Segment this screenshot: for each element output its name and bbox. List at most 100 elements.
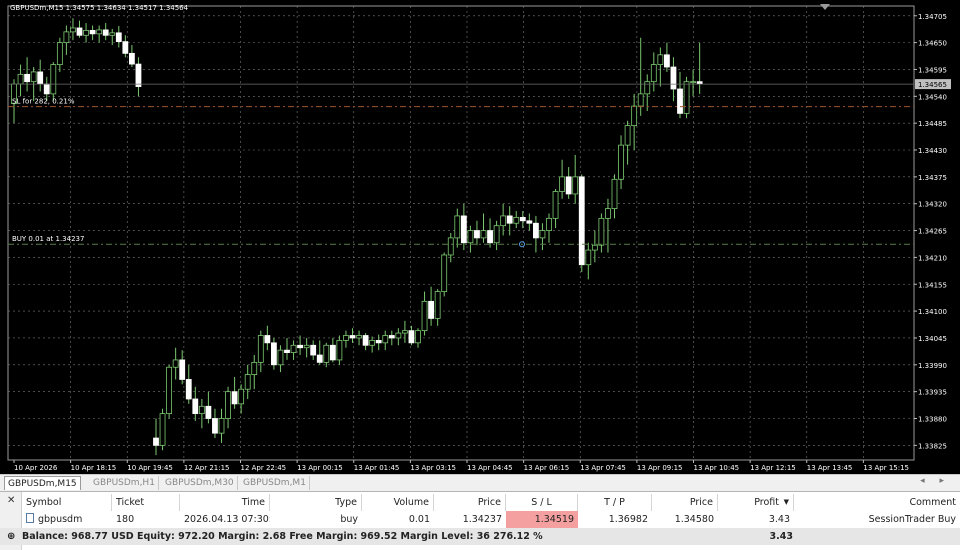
balance-summary-row: ⊕ Balance: 968.77 USD Equity: 972.20 Mar… [0,528,960,545]
candle-bear [297,344,304,349]
candle-bull [166,366,173,415]
candle-bear [115,32,122,43]
y-tick-label: 1.34155 [918,281,947,289]
y-tick-label: 1.34320 [918,201,947,209]
candle-bull [421,300,428,332]
tab-gbpusdm-m15[interactable]: GBPUSDm,M15 [4,476,81,490]
candle-bull [109,32,116,36]
candle-bull [70,27,76,33]
candle-bear [664,54,670,68]
candle-bear [362,335,369,346]
candle-bull [591,244,598,251]
x-tick-label: 13 Apr 00:15 [297,464,343,472]
current-price-label: 1.34565 [918,81,947,89]
candle-bull [323,344,330,363]
col-header-current-price[interactable]: Price [652,494,718,511]
candle-bear [474,230,480,239]
balance-icon: ⊕ [7,531,16,542]
candle-bear [179,359,186,380]
col-header-sl[interactable]: S / L [506,494,578,511]
candle-bear [316,354,323,363]
candle-bull [480,230,487,239]
candle-bull [244,374,251,390]
candle-bull [159,413,166,446]
sort-desc-icon: ▼ [783,498,789,506]
metatrader-window: 1.34705 1.34650 1.34595 1.34540 1.34485 1.344… [0,0,960,550]
col-header-volume[interactable]: Volume [362,494,434,511]
candle-bull [598,217,605,246]
y-tick-label: 1.34100 [918,308,947,316]
candle-bull [356,335,362,339]
candle-bear [205,405,212,419]
candle-bear [128,52,135,65]
candle-bear [519,216,526,222]
candle-bull [395,332,402,339]
candle-bear [37,71,44,85]
candle-bear [192,398,199,415]
candle-bear [460,215,467,244]
x-tick-label: 10 Apr 2026 [14,464,58,472]
x-tick-label: 13 Apr 09:15 [637,464,683,472]
candle-bull [467,230,474,244]
candle-bull [401,330,408,334]
candle-bull [683,81,690,114]
candle-bull [336,339,343,361]
table-row[interactable]: gbpusdm 180 2026.04.13 07:30:... buy 0.0… [22,511,960,528]
col-header-price[interactable]: Price [434,494,506,511]
candle-bull [303,344,310,349]
cell-take-profit[interactable]: 1.36982 [578,511,652,528]
candle-bull [631,105,638,127]
x-tick-label: 13 Apr 10:45 [694,464,740,472]
candle-bull [605,208,611,219]
candle-bull [17,73,24,85]
price-chart[interactable]: 1.34705 1.34650 1.34595 1.34540 1.34485 1.344… [0,0,960,474]
tab-gbpusdm-m30[interactable]: GBPUSDm,M30 [162,476,238,490]
stop-loss-label: SL for 282, 0.21% [12,98,75,106]
chart-symbol-header: GBPUSDm,M15 1.34575 1.34634 1.34517 1.34… [10,4,189,12]
candle-bull [30,71,37,83]
candle-bull [257,335,264,363]
candle-bear [102,29,109,36]
tab-gbpusdm-m1[interactable]: GBPUSDm,M1 [240,476,310,490]
candle-bull [290,344,297,354]
total-profit: 3.43 [769,531,793,542]
candle-bear [264,335,271,344]
col-header-ticket[interactable]: Ticket [112,494,180,511]
col-header-time[interactable]: Time [180,494,270,511]
candle-bear [212,418,218,434]
cell-type: buy [340,514,358,525]
chart-shift-icon[interactable] [820,4,830,10]
tab-gbpusdm-h1[interactable]: GBPUSDm,H1 [90,476,159,490]
y-tick-label: 1.34430 [918,147,947,155]
candle-bear [696,81,703,85]
candle-bull [611,178,618,209]
col-header-type[interactable]: Type [270,494,362,511]
candle-bull [83,30,89,36]
candle-bull [650,64,657,83]
candle-bull [434,291,441,319]
candle-bull [690,81,696,84]
cell-open-price: 1.34237 [462,514,502,525]
candle-bear [153,437,159,446]
y-tick-label: 1.34210 [918,254,947,262]
x-tick-label: 12 Apr 21:15 [184,464,230,472]
cell-stop-loss[interactable]: 1.34519 [506,511,578,528]
col-header-profit[interactable]: Profit ▼ [718,494,794,511]
col-header-tp[interactable]: T / P [578,494,652,511]
candle-bear [408,330,415,344]
col-header-comment[interactable]: Comment [794,494,960,511]
candle-bear [310,344,317,356]
close-icon[interactable]: ✕ [7,495,15,506]
y-tick-label: 1.33990 [918,362,947,370]
col-header-symbol[interactable]: Symbol [22,494,112,511]
candlestick-chart-svg[interactable]: 1.34705 1.34650 1.34595 1.34540 1.34485 1.344… [0,0,960,474]
candle-bear [329,344,336,361]
y-tick-label: 1.34045 [918,335,947,343]
candle-bull [500,215,507,227]
cell-ticket: 180 [116,514,135,525]
y-tick-label: 1.34650 [918,40,947,48]
candle-bull [172,359,179,368]
tab-scroll-arrows[interactable]: ◂ ▸ [920,476,950,486]
candle-bull [585,249,592,266]
candle-bull [343,335,349,341]
